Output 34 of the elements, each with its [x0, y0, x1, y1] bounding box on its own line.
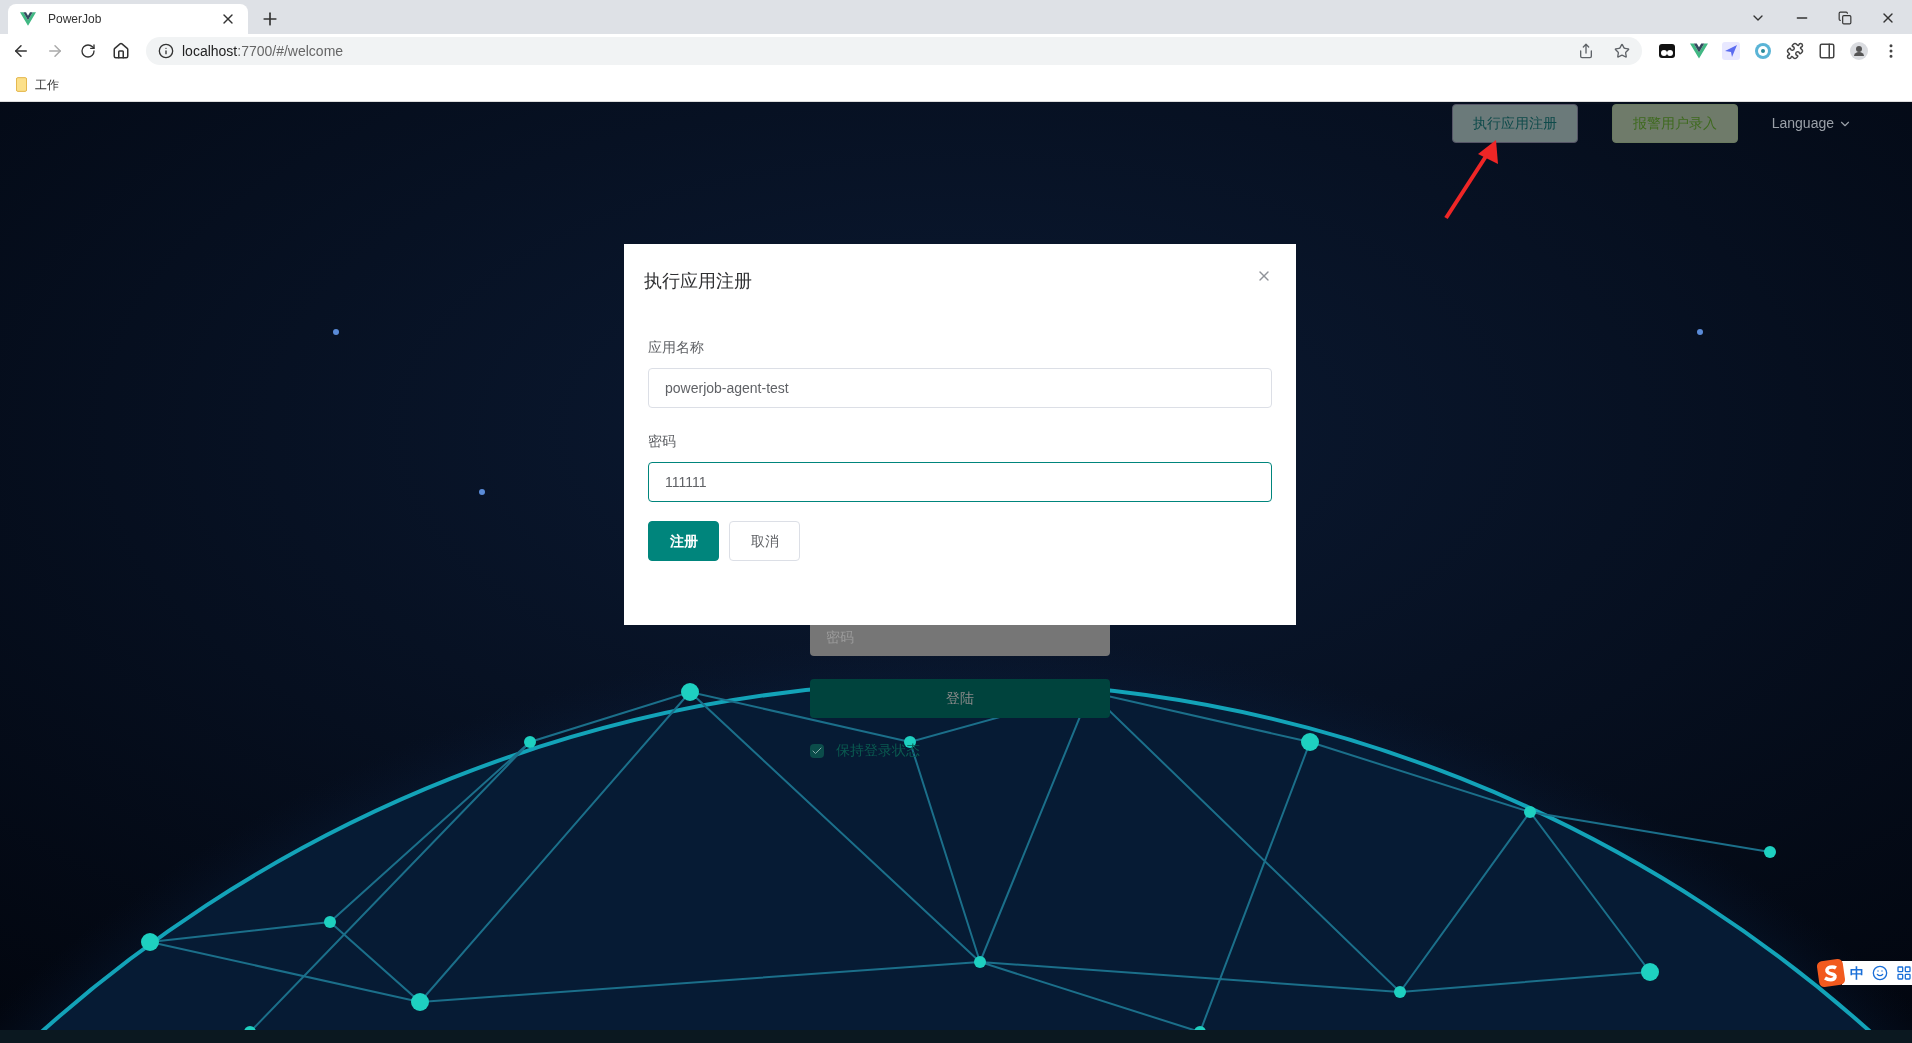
- profile-avatar-icon[interactable]: [1850, 42, 1868, 60]
- input-field[interactable]: 111111: [648, 462, 1272, 502]
- home-icon[interactable]: [112, 42, 130, 60]
- toolbox-icon[interactable]: [1896, 965, 1912, 981]
- dialog-button[interactable]: 注册: [648, 521, 719, 561]
- side-panel-icon[interactable]: [1818, 42, 1836, 60]
- dialog-button[interactable]: 取消: [729, 521, 800, 561]
- bookmark-star-icon[interactable]: [1614, 43, 1630, 59]
- extensions-icon[interactable]: [1786, 42, 1804, 60]
- folder-icon: [16, 77, 27, 92]
- emoji-icon[interactable]: [1872, 965, 1888, 981]
- vue-devtools-icon: [1690, 42, 1708, 60]
- share-icon[interactable]: [1578, 43, 1594, 59]
- dialog-title: 执行应用注册: [644, 270, 752, 293]
- info-icon[interactable]: [158, 43, 174, 59]
- ime-logo-icon[interactable]: [1816, 958, 1846, 988]
- tab-title: PowerJob: [48, 11, 103, 28]
- tab-favicon-icon: [20, 11, 36, 27]
- reload-icon[interactable]: [80, 43, 96, 59]
- browser-tab[interactable]: PowerJob: [8, 4, 248, 34]
- input-field[interactable]: powerjob-agent-test: [648, 368, 1272, 408]
- field-label: 应用名称: [648, 338, 705, 357]
- back-icon[interactable]: [12, 42, 30, 60]
- bookmark-link[interactable]: 工作: [35, 75, 59, 94]
- extension-icon[interactable]: [1658, 42, 1676, 60]
- input-value: 111111: [665, 472, 707, 492]
- field-label: 密码: [648, 432, 677, 451]
- url-text: localhost:7700/#/welcome: [182, 41, 345, 61]
- login-button[interactable]: 登陆: [810, 679, 1110, 718]
- language-dropdown[interactable]: Language: [1771, 113, 1834, 134]
- restore-icon[interactable]: [1838, 11, 1852, 25]
- address-bar[interactable]: localhost:7700/#/welcome: [146, 37, 1642, 65]
- ime-mode[interactable]: 中: [1850, 962, 1864, 984]
- input-value: powerjob-agent-test: [665, 378, 789, 398]
